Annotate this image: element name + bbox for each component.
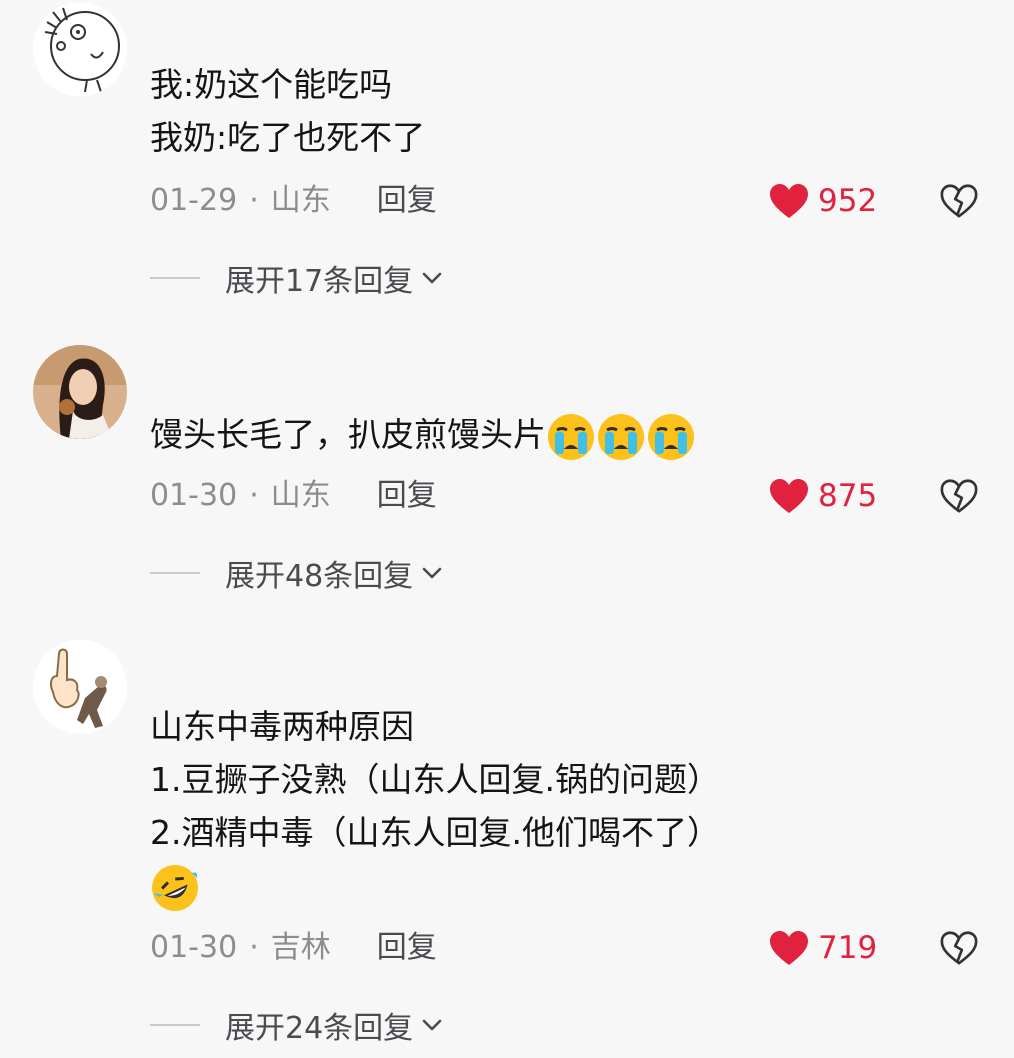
hand-drawn-face-avatar-icon <box>33 2 127 96</box>
like-button[interactable]: 875 <box>768 474 877 518</box>
reply-button[interactable]: 回复 <box>377 183 437 218</box>
comment-text: 我:奶这个能吃吗 我奶:吃了也死不了 <box>150 58 425 164</box>
avatar[interactable] <box>33 345 127 439</box>
crying-emoji-icon <box>546 412 596 462</box>
heart-icon <box>770 931 808 965</box>
dislike-button[interactable] <box>938 474 980 518</box>
comment-line-text: 馒头长毛了，扒皮煎馒头片 <box>150 415 546 454</box>
heart-icon <box>770 479 808 513</box>
finger-cartoon-avatar-icon <box>33 640 127 734</box>
comment-line: 2.酒精中毒（山东人回复.他们喝不了） <box>150 813 720 852</box>
divider <box>150 277 200 279</box>
like-button[interactable]: 719 <box>768 926 877 970</box>
meta-separator: · <box>249 930 259 965</box>
broken-heart-icon <box>940 931 978 965</box>
divider <box>150 1024 200 1026</box>
heart-icon <box>770 184 808 218</box>
expand-replies-label: 展开24条回复 <box>225 1011 414 1046</box>
comment-text: 馒头长毛了，扒皮煎馒头片 <box>150 408 696 462</box>
expand-replies-button[interactable]: 展开17条回复 <box>150 256 445 300</box>
rolling-laugh-emoji-icon <box>150 863 200 913</box>
reply-button[interactable]: 回复 <box>377 478 437 513</box>
expand-replies-button[interactable]: 展开48条回复 <box>150 551 445 595</box>
comment-line: 1.豆撅子没熟（山东人回复.锅的问题） <box>150 760 720 799</box>
comment-meta: 01-30 · 吉林 回复 <box>150 926 437 970</box>
chevron-down-icon <box>422 1019 442 1031</box>
comment-date: 01-29 <box>150 183 238 218</box>
comment-text: 山东中毒两种原因 1.豆撅子没熟（山东人回复.锅的问题） 2.酒精中毒（山东人回… <box>150 700 720 913</box>
expand-replies-button[interactable]: 展开24条回复 <box>150 1003 445 1047</box>
dislike-button[interactable] <box>938 179 980 223</box>
woman-photo-avatar-icon <box>33 345 127 439</box>
broken-heart-icon <box>940 184 978 218</box>
broken-heart-icon <box>940 479 978 513</box>
reply-button[interactable]: 回复 <box>377 930 437 965</box>
dislike-button[interactable] <box>938 926 980 970</box>
comment-location: 山东 <box>270 183 331 218</box>
crying-emoji-icon <box>596 412 646 462</box>
comment-meta: 01-30 · 山东 回复 <box>150 474 437 518</box>
comment-date: 01-30 <box>150 478 238 513</box>
like-count: 952 <box>818 183 878 219</box>
avatar[interactable] <box>33 2 127 96</box>
comment-meta: 01-29 · 山东 回复 <box>150 179 437 223</box>
expand-replies-label: 展开17条回复 <box>225 264 414 299</box>
like-count: 875 <box>818 478 878 514</box>
like-count: 719 <box>818 930 878 966</box>
chevron-down-icon <box>422 272 442 284</box>
meta-separator: · <box>249 478 259 513</box>
crying-emoji-icon <box>646 412 696 462</box>
comment-line <box>150 859 720 913</box>
comment-line: 我奶:吃了也死不了 <box>150 118 426 157</box>
comment-location: 山东 <box>270 478 331 513</box>
meta-separator: · <box>249 183 259 218</box>
avatar[interactable] <box>33 640 127 734</box>
like-button[interactable]: 952 <box>768 179 877 223</box>
divider <box>150 572 200 574</box>
comment-line: 我:奶这个能吃吗 <box>150 65 393 104</box>
chevron-down-icon <box>422 567 442 579</box>
comment-location: 吉林 <box>270 930 331 965</box>
comment-date: 01-30 <box>150 930 238 965</box>
expand-replies-label: 展开48条回复 <box>225 559 414 594</box>
comment-line: 馒头长毛了，扒皮煎馒头片 <box>150 408 696 462</box>
comment-line: 山东中毒两种原因 <box>150 707 414 746</box>
